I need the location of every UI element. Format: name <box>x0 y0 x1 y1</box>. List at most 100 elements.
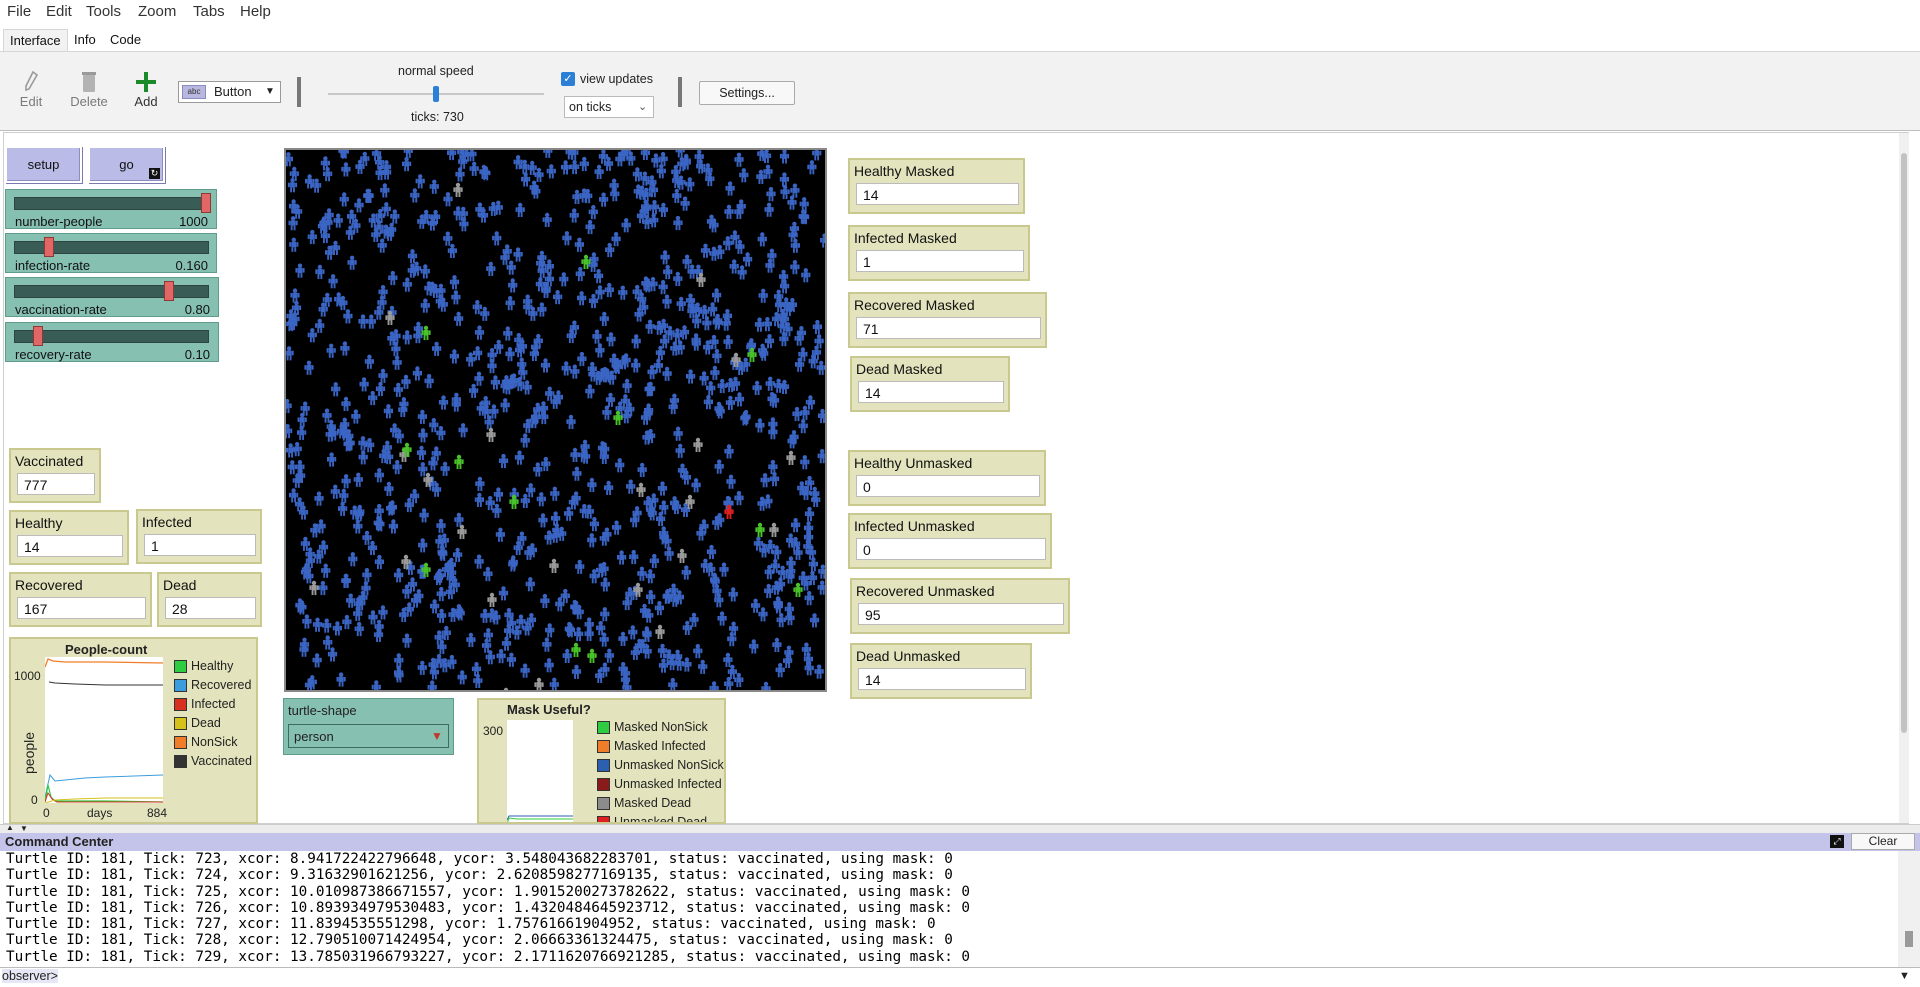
vaccinated-person <box>768 425 778 440</box>
go-button-label: go <box>119 157 134 172</box>
vaccinated-person <box>297 425 307 440</box>
output-line: Turtle ID: 181, Tick: 723, xcor: 8.94172… <box>6 851 953 867</box>
menu-zoom[interactable]: Zoom <box>138 3 176 20</box>
speed-slider[interactable] <box>328 84 544 104</box>
vaccinated-person <box>341 474 351 489</box>
slider-thumb[interactable] <box>163 281 174 301</box>
command-center-output[interactable]: Turtle ID: 181, Tick: 723, xcor: 8.94172… <box>0 851 1898 966</box>
widget-type-select[interactable]: abc Button ▼ <box>178 81 281 103</box>
monitor-value: 777 <box>17 473 95 495</box>
clear-button[interactable]: Clear <box>1851 833 1915 850</box>
vaccinated-person <box>764 202 774 217</box>
vaccinated-person <box>575 559 585 574</box>
vaccinated-person <box>807 160 817 175</box>
vaccinated-person <box>723 652 733 667</box>
menu-help[interactable]: Help <box>240 3 271 20</box>
vaccinated-person <box>765 376 775 391</box>
slider-thumb[interactable] <box>43 237 54 257</box>
vaccinated-person <box>454 512 464 527</box>
expand-icon[interactable]: ⤢ <box>1830 835 1844 848</box>
vaccinated-person <box>314 491 324 506</box>
vaccinated-person <box>657 481 668 496</box>
infection-rate-slider[interactable]: infection-rate 0.160 <box>5 233 217 273</box>
scrollbar-thumb[interactable] <box>1905 931 1913 947</box>
speed-slider-thumb[interactable] <box>433 86 439 102</box>
vaccinated-person <box>480 608 490 623</box>
vaccinated-person <box>545 623 555 638</box>
vaccinated-person <box>342 614 352 630</box>
interface-scrollbar[interactable] <box>1899 133 1909 823</box>
menu-tools[interactable]: Tools <box>86 3 121 20</box>
edit-button[interactable]: Edit <box>6 70 56 109</box>
vaccination-rate-slider[interactable]: vaccination-rate 0.80 <box>5 277 219 317</box>
vaccinated-person <box>295 263 305 278</box>
delete-button[interactable]: Delete <box>64 70 114 109</box>
vaccinated-person <box>368 390 378 406</box>
vaccinated-person <box>374 554 384 570</box>
number-people-slider[interactable]: number-people 1000 <box>5 189 217 229</box>
vaccinated-person <box>374 468 384 483</box>
world-view[interactable] <box>284 148 827 692</box>
recovered-person <box>487 592 497 607</box>
monitor-value: 1 <box>856 250 1024 272</box>
tab-interface[interactable]: Interface <box>3 29 68 51</box>
menu-tabs[interactable]: Tabs <box>193 3 225 20</box>
update-mode-select[interactable]: on ticks ⌄ <box>564 96 654 118</box>
vaccinated-person <box>394 653 404 668</box>
vaccinated-person <box>766 187 776 202</box>
vaccinated-person <box>664 546 674 561</box>
add-button[interactable]: Add <box>121 70 171 109</box>
healthy-person <box>571 642 581 657</box>
command-input[interactable] <box>62 969 1892 984</box>
monitor-value: 14 <box>858 381 1004 403</box>
vaccinated-person <box>432 341 442 356</box>
command-input-row: observer> ▼ <box>0 967 1920 985</box>
vaccinated-person <box>394 568 404 583</box>
output-scrollbar[interactable] <box>1898 851 1920 967</box>
vaccinated-person <box>769 472 780 487</box>
vaccinated-person <box>332 621 342 636</box>
observer-prompt[interactable]: observer> <box>2 969 58 983</box>
chevron-down-icon: ▼ <box>265 86 275 97</box>
recovered-person <box>549 558 559 573</box>
vaccinated-person <box>570 364 580 379</box>
tab-code[interactable]: Code <box>104 29 147 51</box>
vaccinated-person <box>290 288 300 303</box>
vaccinated-person <box>681 565 691 580</box>
vaccinated-person <box>420 264 430 279</box>
vaccinated-person <box>455 167 465 182</box>
scrollbar-thumb[interactable] <box>1901 153 1907 733</box>
settings-button[interactable]: Settings... <box>699 81 795 105</box>
slider-label: infection-rate <box>15 258 91 273</box>
vaccinated-person <box>402 330 412 345</box>
vaccinated-person <box>617 550 627 565</box>
monitor-label: Dead <box>163 577 197 593</box>
setup-button[interactable]: setup <box>5 146 82 183</box>
history-dropdown-icon[interactable]: ▼ <box>1899 970 1910 982</box>
infected-monitor: Infected 1 <box>136 509 262 564</box>
view-updates-checkbox[interactable]: ✓ <box>561 72 575 86</box>
vaccinated-person <box>440 461 450 476</box>
menu-file[interactable]: File <box>7 3 31 20</box>
slider-thumb[interactable] <box>32 326 43 346</box>
vaccinated-person <box>724 204 734 219</box>
chooser-select[interactable]: person ▼ <box>288 724 449 748</box>
command-center-splitter[interactable]: ▲ ▼ <box>0 823 1920 833</box>
y-max-label: 300 <box>483 724 504 738</box>
vaccinated-person <box>708 302 718 317</box>
vaccinated-person <box>545 386 555 401</box>
vaccinated-person <box>525 577 535 592</box>
slider-thumb[interactable] <box>201 193 211 213</box>
collapse-down-icon[interactable]: ▼ <box>20 824 28 833</box>
monitor-value: 0 <box>856 475 1040 497</box>
menu-edit[interactable]: Edit <box>46 3 72 20</box>
turtle-shape-chooser[interactable]: turtle-shape person ▼ <box>283 698 454 755</box>
vaccinated-person <box>755 418 765 433</box>
collapse-up-icon[interactable]: ▲ <box>6 823 14 832</box>
output-line: Turtle ID: 181, Tick: 725, xcor: 10.0109… <box>6 883 971 900</box>
vaccinated-person <box>492 231 502 246</box>
go-button[interactable]: go ↻ <box>88 146 165 183</box>
recovery-rate-slider[interactable]: recovery-rate 0.10 <box>5 322 219 362</box>
tab-info[interactable]: Info <box>68 29 102 51</box>
vaccinated-person <box>419 508 429 523</box>
